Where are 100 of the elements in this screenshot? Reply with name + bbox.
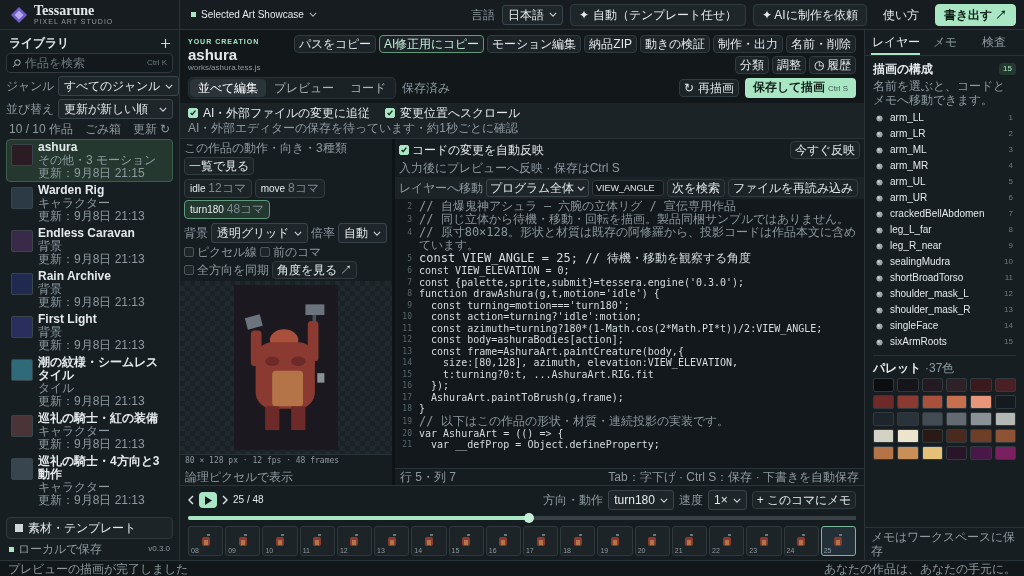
refresh-link[interactable]: 更新 ↻: [132, 122, 170, 136]
filter-select[interactable]: すべてのジャンル: [58, 76, 179, 96]
play-button[interactable]: [199, 492, 217, 508]
color-swatch[interactable]: [897, 446, 919, 460]
layer-item[interactable]: arm_MR 4: [873, 158, 1016, 174]
layer-item[interactable]: shortBroadTorso 11: [873, 270, 1016, 286]
view-tab[interactable]: 並べて編集: [190, 79, 266, 97]
layer-item[interactable]: arm_LR 2: [873, 126, 1016, 142]
color-swatch[interactable]: [946, 378, 968, 392]
background-select[interactable]: 透明グリッド: [211, 223, 308, 243]
view-tab[interactable]: コード: [342, 79, 394, 97]
action-button[interactable]: ◷ 履歴: [808, 56, 856, 74]
slider-thumb[interactable]: [523, 513, 534, 523]
language-select[interactable]: 日本語: [502, 4, 564, 25]
color-swatch[interactable]: [994, 446, 1016, 460]
redraw-button[interactable]: ↻ 再描画: [679, 79, 739, 97]
motion-chip[interactable]: move 8コマ: [254, 179, 325, 198]
library-item[interactable]: 巡礼の騎士・4方向と3動作 キャラクター 更新：9月8日 21:13: [6, 453, 173, 509]
layer-item[interactable]: arm_LL 1: [873, 110, 1016, 126]
color-swatch[interactable]: [970, 378, 992, 392]
color-swatch[interactable]: [873, 395, 895, 409]
color-swatch[interactable]: [970, 395, 992, 409]
color-swatch[interactable]: [873, 429, 895, 443]
motion-chip[interactable]: turn180 48コマ: [184, 200, 271, 219]
color-swatch[interactable]: [921, 446, 943, 460]
action-button[interactable]: AI修正用にコピー: [379, 35, 485, 53]
memo-button[interactable]: + このコマにメモ: [751, 491, 856, 509]
layer-item[interactable]: arm_UR 6: [873, 190, 1016, 206]
color-swatch[interactable]: [921, 412, 943, 426]
action-button[interactable]: 調整: [771, 56, 806, 74]
layer-item[interactable]: leg_R_near 9: [873, 238, 1016, 254]
apply-button[interactable]: 今すぐ反映: [790, 141, 860, 159]
library-item[interactable]: ashura その他・3 モーション 更新：9月8日 21:15: [6, 139, 173, 182]
find-next-button[interactable]: 次を検索: [667, 179, 725, 197]
action-button[interactable]: 制作・出力: [713, 35, 783, 53]
color-swatch[interactable]: [970, 429, 992, 443]
header-button[interactable]: ✦ AIに制作を依頼: [752, 3, 867, 26]
showcase-selector[interactable]: Selected Art Showcase: [187, 5, 321, 24]
color-swatch[interactable]: [946, 429, 968, 443]
action-button[interactable]: 分類: [734, 56, 769, 74]
layer-item[interactable]: crackedBellAbdomen 7: [873, 206, 1016, 222]
library-item[interactable]: First Light 背景 更新：9月8日 21:13: [6, 311, 173, 354]
color-swatch[interactable]: [873, 412, 895, 426]
color-swatch[interactable]: [946, 395, 968, 409]
color-swatch[interactable]: [897, 429, 919, 443]
layer-item[interactable]: sixArmRoots 15: [873, 334, 1016, 350]
reload-button[interactable]: ファイルを再読み込み: [728, 179, 858, 197]
search-input[interactable]: VIEW_ANGLE: [592, 180, 664, 196]
zoom-select[interactable]: 自動: [338, 223, 387, 243]
library-item[interactable]: Warden Rig キャラクター 更新：9月8日 21:13: [6, 182, 173, 225]
color-swatch[interactable]: [970, 412, 992, 426]
inspector-tab[interactable]: メモ: [920, 30, 969, 55]
color-swatch[interactable]: [897, 412, 919, 426]
color-swatch[interactable]: [970, 446, 992, 460]
checkbox[interactable]: [184, 265, 194, 275]
layer-item[interactable]: arm_UL 5: [873, 174, 1016, 190]
checkbox[interactable]: [184, 247, 194, 257]
library-item[interactable]: Endless Caravan 背景 更新：9月8日 21:13: [6, 225, 173, 268]
color-swatch[interactable]: [921, 429, 943, 443]
layer-item[interactable]: arm_ML 3: [873, 142, 1016, 158]
color-swatch[interactable]: [873, 378, 895, 392]
color-swatch[interactable]: [921, 395, 943, 409]
action-button[interactable]: 納品ZIP: [584, 35, 637, 53]
library-item[interactable]: Rain Archive 背景 更新：9月8日 21:13: [6, 268, 173, 311]
library-item[interactable]: 巡礼の騎士・紅の装備 キャラクター 更新：9月8日 21:13: [6, 410, 173, 453]
color-swatch[interactable]: [946, 446, 968, 460]
color-swatch[interactable]: [994, 378, 1016, 392]
inspector-tab[interactable]: レイヤー: [871, 30, 920, 55]
next-icon[interactable]: [222, 495, 228, 505]
layer-select[interactable]: プログラム全体: [486, 179, 589, 197]
templates-button[interactable]: 素材・テンプレート: [6, 517, 173, 539]
header-button[interactable]: 書き出す ↗: [934, 3, 1016, 26]
color-swatch[interactable]: [897, 395, 919, 409]
color-swatch[interactable]: [994, 412, 1016, 426]
previous-icon[interactable]: [188, 495, 194, 505]
speed-select[interactable]: 1×: [707, 490, 747, 510]
view-tab[interactable]: プレビュー: [266, 79, 342, 97]
layer-item[interactable]: shoulder_mask_R 13: [873, 302, 1016, 318]
layer-item[interactable]: sealingMudra 10: [873, 254, 1016, 270]
color-swatch[interactable]: [994, 429, 1016, 443]
plus-icon[interactable]: [161, 38, 170, 48]
color-swatch[interactable]: [897, 378, 919, 392]
color-swatch[interactable]: [994, 395, 1016, 409]
color-swatch[interactable]: [873, 446, 895, 460]
direction-select[interactable]: turn180: [608, 490, 674, 510]
angle-button[interactable]: 角度を見る ↗: [272, 261, 358, 279]
checkbox[interactable]: [260, 247, 270, 257]
inspector-tab[interactable]: 検査: [969, 30, 1018, 55]
header-button[interactable]: ✦ 自動（テンプレート任せ）: [570, 3, 746, 26]
filter-select[interactable]: 更新が新しい順: [58, 99, 173, 119]
library-item[interactable]: 潮の紋様・シームレスタイル タイル 更新：9月8日 21:13: [6, 354, 173, 410]
layer-item[interactable]: shoulder_mask_L 12: [873, 286, 1016, 302]
color-swatch[interactable]: [946, 412, 968, 426]
action-button[interactable]: モーション編集: [487, 35, 582, 53]
action-button[interactable]: パスをコピー: [294, 35, 376, 53]
motion-chip[interactable]: idle 12コマ: [184, 179, 252, 198]
action-button[interactable]: 動きの検証: [640, 35, 710, 53]
layer-item[interactable]: singleFace 14: [873, 318, 1016, 334]
overview-button[interactable]: 一覧で見る: [184, 157, 254, 175]
header-button[interactable]: 使い方: [873, 3, 928, 26]
